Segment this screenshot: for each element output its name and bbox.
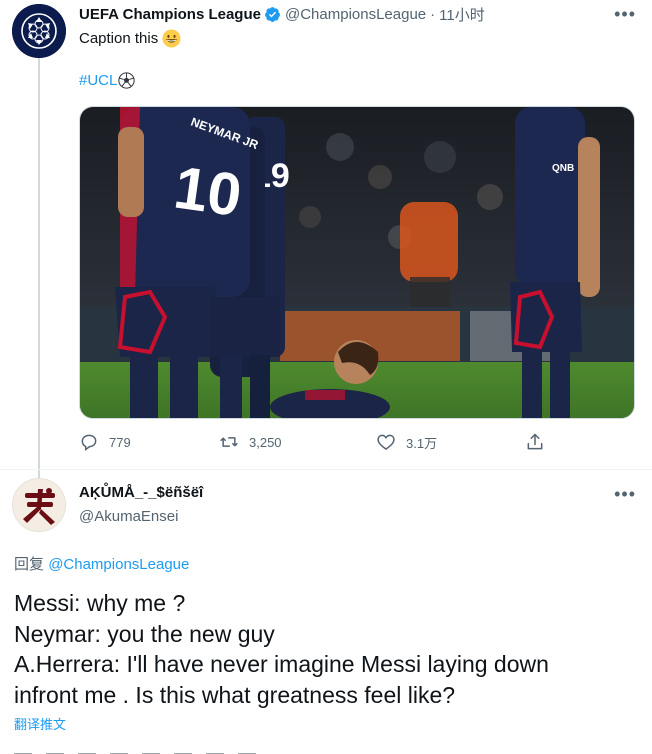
- tweet-text-content: Caption this: [79, 30, 159, 47]
- separator-dot: ·: [430, 5, 436, 23]
- hashtag-link[interactable]: #UCL: [79, 72, 136, 89]
- reply-author-handle[interactable]: @AkumaEnsei: [79, 508, 178, 525]
- tweet-main[interactable]: UEFA Champions League @ChampionsLeague ·…: [0, 0, 652, 470]
- tweet-divider: [0, 469, 652, 470]
- tweet-text: Caption this: [79, 29, 181, 48]
- heart-icon: [377, 434, 395, 451]
- retweet-count: 3,250: [249, 434, 282, 450]
- author-name[interactable]: UEFA Champions League: [79, 6, 261, 23]
- share-button[interactable]: [525, 432, 555, 452]
- like-count: 3.1万: [406, 435, 438, 451]
- tweet-header: UEFA Champions League @ChampionsLeague ·…: [79, 4, 632, 24]
- avatar-akuma-ensei[interactable]: [12, 478, 66, 532]
- retweet-icon: [220, 437, 238, 447]
- hashtag-text[interactable]: #UCL: [79, 72, 117, 89]
- replying-prefix: 回复: [14, 556, 45, 573]
- sponsor-text: QNB: [552, 163, 574, 174]
- jersey-number-left: 10: [170, 154, 245, 230]
- avatar-champions-league[interactable]: [12, 4, 66, 58]
- reply-author-name[interactable]: AĶŮMÅ_-_$ëñšëî: [79, 484, 203, 501]
- reply-line: infront me . Is this what greatness feel…: [14, 681, 456, 708]
- cropped-timestamp-row: [14, 746, 414, 754]
- tweet-actions: 779 3,250 3.1万: [79, 432, 559, 456]
- reply-icon: [81, 434, 97, 451]
- reply-line: A.Herrera: I'll have never imagine Messi…: [14, 651, 549, 677]
- reply-text: Messi: why me ? Neymar: you the new guy …: [14, 588, 644, 710]
- reply-line: Messi: why me ?: [14, 590, 186, 616]
- verified-badge-icon: [265, 6, 280, 22]
- reply-count: 779: [109, 434, 131, 450]
- reply-more-icon[interactable]: •••: [614, 484, 636, 505]
- reply-button[interactable]: 779: [79, 432, 131, 452]
- replying-to-mention[interactable]: @ChampionsLeague: [48, 556, 189, 573]
- tweet-photo[interactable]: 19 NEYMAR JR 10 QNB: [79, 106, 635, 419]
- grinning-face-icon: [162, 29, 181, 48]
- translate-tweet-link[interactable]: 翻译推文: [14, 714, 66, 733]
- reply-line: Neymar: you the new guy: [14, 620, 275, 647]
- replying-to: 回复 @ChampionsLeague: [14, 553, 189, 574]
- tweet-timestamp[interactable]: 11小时: [439, 4, 485, 25]
- more-icon[interactable]: •••: [614, 4, 636, 25]
- author-handle[interactable]: @ChampionsLeague: [285, 6, 426, 23]
- like-button[interactable]: 3.1万: [376, 432, 437, 452]
- share-icon: [527, 433, 543, 450]
- soccer-ball-icon: [118, 72, 136, 89]
- retweet-button[interactable]: 3,250: [219, 432, 282, 452]
